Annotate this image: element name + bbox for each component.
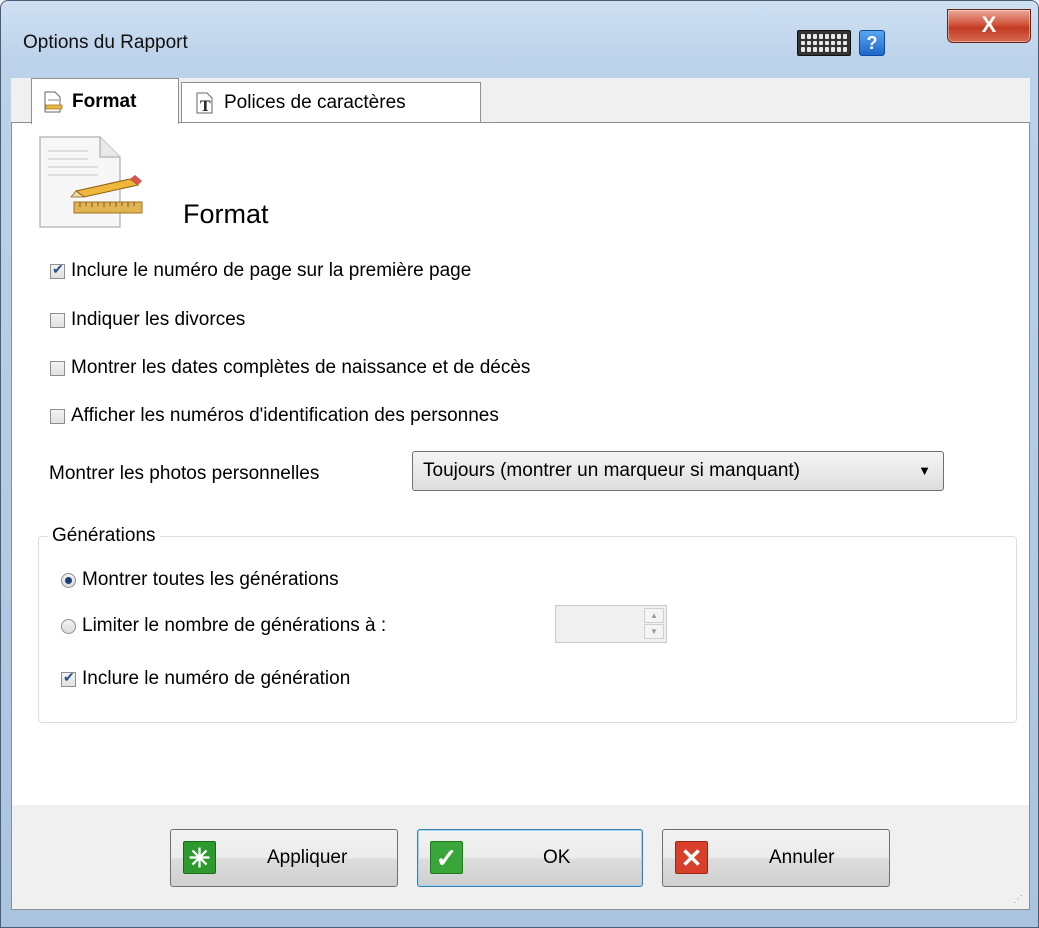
- tab-bar: Format T Polices de caractères: [11, 78, 1030, 124]
- checkbox-person-ids[interactable]: [50, 408, 65, 424]
- button-bar: ✳ Appliquer ✓ OK ✕ Annuler ⋰: [11, 805, 1030, 910]
- title-bar: Options du Rapport ? X: [1, 1, 1038, 83]
- checkbox-generation-number[interactable]: [61, 669, 76, 687]
- checkmark-icon: ✓: [430, 841, 463, 874]
- generations-legend: Générations: [48, 525, 160, 547]
- checkbox-page-number[interactable]: [50, 261, 65, 279]
- option-label: Montrer les dates complètes de naissance…: [71, 357, 531, 378]
- svg-text:T: T: [200, 98, 211, 114]
- font-tab-icon: T: [196, 92, 213, 114]
- radio-all-generations[interactable]: Montrer toutes les générations: [61, 569, 339, 591]
- option-label: Inclure le numéro de page sur la premièr…: [71, 260, 472, 281]
- tab-fonts[interactable]: T Polices de caractères: [181, 82, 481, 122]
- ok-button[interactable]: ✓ OK: [417, 829, 643, 887]
- radio-limit-generations-button[interactable]: [61, 618, 76, 634]
- option-label: Afficher les numéros d'identification de…: [71, 405, 499, 426]
- spin-down-icon[interactable]: ▼: [644, 624, 664, 639]
- keyboard-icon[interactable]: [797, 30, 851, 56]
- section-heading: Format: [183, 199, 269, 229]
- option-person-ids[interactable]: Afficher les numéros d'identification de…: [50, 405, 499, 427]
- radio-label: Montrer toutes les générations: [82, 569, 339, 590]
- photos-dropdown[interactable]: Toujours (montrer un marqueur si manquan…: [412, 451, 944, 491]
- option-full-dates[interactable]: Montrer les dates complètes de naissance…: [50, 357, 530, 379]
- option-page-number-first-page[interactable]: Inclure le numéro de page sur la premièr…: [50, 260, 471, 282]
- close-icon: ✕: [675, 841, 708, 874]
- checkbox-divorces[interactable]: [50, 312, 65, 328]
- chevron-down-icon: ▼: [918, 463, 931, 478]
- option-show-divorces[interactable]: Indiquer les divorces: [50, 309, 245, 331]
- option-include-generation-number[interactable]: Inclure le numéro de génération: [61, 668, 350, 690]
- close-button[interactable]: X: [947, 9, 1031, 43]
- option-label: Inclure le numéro de génération: [82, 668, 351, 689]
- option-label: Indiquer les divorces: [71, 309, 246, 330]
- window-title: Options du Rapport: [23, 32, 188, 53]
- report-options-dialog: Options du Rapport ? X Format T Polices …: [0, 0, 1039, 928]
- checkbox-full-dates[interactable]: [50, 360, 65, 376]
- apply-label: Appliquer: [267, 847, 348, 868]
- tab-format[interactable]: Format: [31, 78, 179, 124]
- apply-button[interactable]: ✳ Appliquer: [170, 829, 398, 887]
- spin-up-icon[interactable]: ▲: [644, 608, 664, 623]
- tab-panel-format: Format Inclure le numéro de page sur la …: [11, 123, 1030, 805]
- help-icon[interactable]: ?: [859, 30, 885, 56]
- cancel-label: Annuler: [769, 847, 835, 868]
- cancel-button[interactable]: ✕ Annuler: [662, 829, 890, 887]
- radio-all-generations-button[interactable]: [61, 572, 76, 588]
- radio-limit-generations[interactable]: Limiter le nombre de générations à :: [61, 615, 386, 637]
- document-format-icon: [39, 136, 143, 228]
- photos-selected-value: Toujours (montrer un marqueur si manquan…: [423, 460, 801, 481]
- resize-grip-icon[interactable]: ⋰: [1013, 894, 1023, 905]
- refresh-icon: ✳: [183, 841, 216, 874]
- generations-limit-stepper[interactable]: ▲ ▼: [555, 605, 667, 643]
- photos-label: Montrer les photos personnelles: [49, 463, 320, 484]
- tab-fonts-label: Polices de caractères: [224, 91, 406, 113]
- radio-label: Limiter le nombre de générations à :: [82, 615, 387, 636]
- format-tab-icon: [44, 91, 63, 112]
- tab-format-label: Format: [72, 90, 137, 112]
- ok-label: OK: [543, 847, 571, 868]
